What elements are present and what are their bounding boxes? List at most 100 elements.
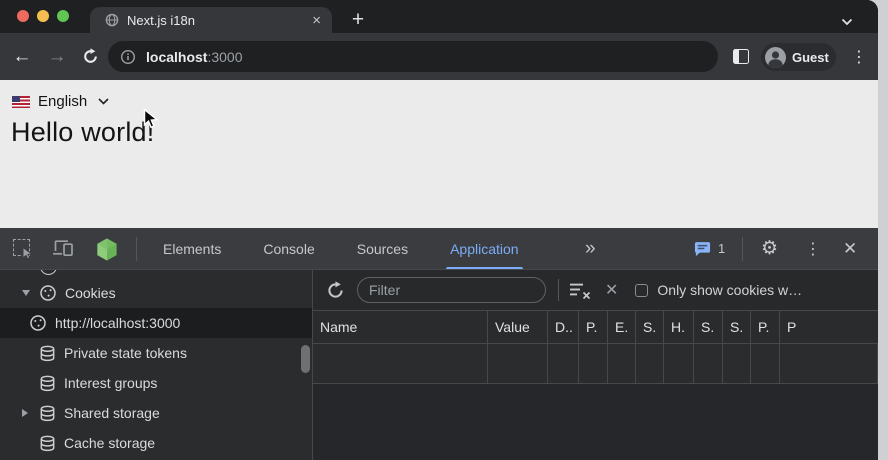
table-cell — [579, 344, 608, 383]
sidebar-item-label: Interest groups — [64, 375, 157, 391]
column-header-samesite[interactable]: S. — [723, 311, 751, 343]
cookie-table-header: Name Value D.. P. E. S. H. S. S. P. P — [313, 311, 878, 344]
settings-gear-icon[interactable]: ⚙ — [761, 228, 778, 269]
toolbar-divider — [742, 237, 743, 261]
browser-window: Next.js i18n × + ← → localhost:3 — [0, 0, 878, 460]
browser-tab[interactable]: Next.js i18n × — [90, 7, 332, 33]
column-header-expires[interactable]: E. — [608, 311, 636, 343]
forward-button[interactable]: → — [44, 33, 70, 80]
tab-sources[interactable]: Sources — [336, 228, 429, 269]
sidebar-scrollbar[interactable] — [301, 345, 310, 373]
sidebar-item-label: Shared storage — [64, 405, 160, 421]
delete-cookies-icon[interactable]: ✕ — [605, 280, 618, 300]
tab-search-chevron-icon[interactable] — [841, 13, 853, 31]
message-bubble-icon — [694, 241, 711, 257]
sidebar-item-label: Cookies — [65, 285, 116, 301]
clear-filter-icon[interactable] — [569, 282, 592, 299]
devtools-tab-bar: Elements Console Sources Application — [142, 228, 540, 269]
table-cell — [780, 344, 878, 383]
sidebar-item-shared-storage[interactable]: Shared storage — [0, 398, 312, 428]
devtools-menu-icon[interactable]: ⋮ — [805, 228, 821, 269]
issues-count: 1 — [718, 241, 725, 256]
cookies-panel: ✕ Only show cookies w… Name Value D.. P.… — [313, 270, 878, 460]
globe-favicon-icon — [105, 13, 119, 27]
maximize-window-light[interactable] — [57, 10, 69, 22]
browser-toolbar: ← → localhost:3000 — [0, 33, 878, 80]
expander-down-icon[interactable] — [22, 290, 34, 296]
table-cell — [488, 344, 548, 383]
tab-elements[interactable]: Elements — [142, 228, 242, 269]
sidebar-item-localhost-cookies[interactable]: http://localhost:3000 — [0, 308, 312, 338]
address-bar[interactable]: localhost:3000 — [108, 41, 718, 72]
tab-title: Next.js i18n — [127, 13, 195, 28]
us-flag-icon — [12, 96, 30, 108]
table-cell — [636, 344, 664, 383]
language-switcher[interactable]: English — [12, 93, 878, 110]
column-header-priority[interactable]: P — [780, 311, 878, 343]
column-header-value[interactable]: Value — [488, 311, 548, 343]
filter-input[interactable] — [357, 277, 546, 303]
node-js-icon[interactable] — [95, 237, 119, 267]
devtools-toolbar: Elements Console Sources Application » 1… — [0, 228, 878, 270]
column-header-httponly[interactable]: H. — [664, 311, 694, 343]
column-header-partitionkey[interactable]: P. — [751, 311, 780, 343]
device-toolbar-icon[interactable] — [52, 238, 74, 263]
scrolled-item-partial-icon — [40, 270, 57, 275]
devtools-close-icon[interactable]: ✕ — [843, 228, 857, 269]
refresh-icon[interactable] — [326, 281, 345, 300]
toolbar-divider — [136, 237, 137, 261]
only-show-label[interactable]: Only show cookies w… — [657, 282, 878, 298]
sidebar-item-cache-storage[interactable]: Cache storage — [0, 428, 312, 458]
column-header-domain[interactable]: D.. — [548, 311, 579, 343]
close-tab-icon[interactable]: × — [312, 13, 321, 28]
tab-application[interactable]: Application — [429, 228, 540, 269]
web-page: English Hello world! — [0, 80, 878, 228]
tab-console[interactable]: Console — [242, 228, 335, 269]
column-header-path[interactable]: P. — [579, 311, 608, 343]
more-tabs-icon[interactable]: » — [585, 228, 596, 269]
new-tab-button[interactable]: + — [346, 8, 370, 32]
browser-menu-icon[interactable]: ⋮ — [849, 33, 869, 80]
mouse-cursor — [143, 108, 161, 136]
url-host: localhost — [146, 49, 207, 65]
back-button[interactable]: ← — [9, 33, 35, 80]
application-sidebar: Cookies http://localhost:3000 — [0, 270, 313, 460]
database-icon — [39, 435, 56, 452]
sidebar-item-label: Private state tokens — [64, 345, 187, 361]
table-cell — [694, 344, 723, 383]
page-heading: Hello world! — [11, 117, 878, 148]
sidebar-item-private-state-tokens[interactable]: Private state tokens — [0, 338, 312, 368]
profile-button[interactable]: Guest — [761, 43, 836, 71]
toolbar-divider — [558, 279, 559, 301]
database-icon — [39, 405, 56, 422]
sidebar-item-label: Cache storage — [64, 435, 155, 451]
sidebar-item-interest-groups[interactable]: Interest groups — [0, 368, 312, 398]
sidebar-item-cookies[interactable]: Cookies — [0, 278, 312, 308]
close-window-light[interactable] — [17, 10, 29, 22]
cookie-table-empty-row[interactable] — [313, 344, 878, 384]
cookies-toolbar: ✕ Only show cookies w… — [313, 270, 878, 311]
expander-right-icon[interactable] — [22, 409, 34, 417]
inspect-element-icon[interactable] — [13, 239, 30, 256]
side-panel-icon[interactable] — [733, 49, 749, 64]
table-cell — [664, 344, 694, 383]
column-header-name[interactable]: Name — [313, 311, 488, 343]
chevron-down-icon — [98, 98, 109, 105]
reload-button[interactable] — [77, 33, 103, 80]
column-header-size[interactable]: S. — [636, 311, 664, 343]
language-label: English — [38, 93, 87, 110]
url-text: localhost:3000 — [146, 49, 243, 65]
table-cell — [608, 344, 636, 383]
minimize-window-light[interactable] — [37, 10, 49, 22]
profile-name: Guest — [792, 50, 829, 65]
sidebar-item-label: http://localhost:3000 — [55, 315, 180, 331]
cookie-table-empty-area — [313, 384, 878, 460]
issues-button[interactable]: 1 — [694, 228, 725, 269]
site-info-icon[interactable] — [120, 49, 136, 65]
database-icon — [39, 345, 56, 362]
only-show-checkbox[interactable] — [635, 284, 648, 297]
avatar — [765, 47, 786, 68]
column-header-secure[interactable]: S. — [694, 311, 723, 343]
devtools: Elements Console Sources Application » 1… — [0, 228, 878, 460]
cookie-icon — [39, 284, 57, 302]
